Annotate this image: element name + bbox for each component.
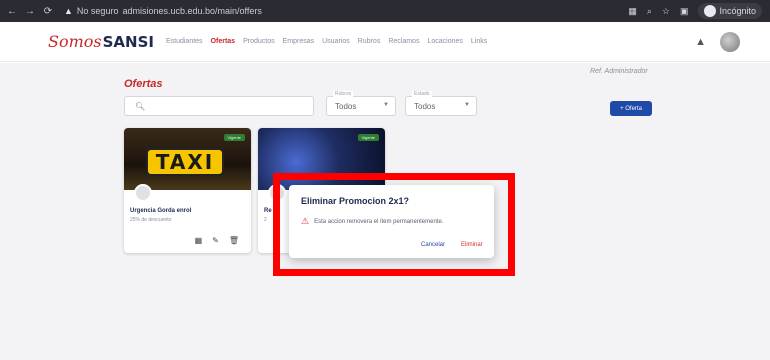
nav-productos[interactable]: Productos xyxy=(243,38,275,45)
forward-icon[interactable]: → xyxy=(24,6,36,17)
nav-ofertas[interactable]: Ofertas xyxy=(211,38,236,45)
rubros-label: Rubros xyxy=(333,91,354,97)
logo-bold: SANSI xyxy=(102,33,154,51)
dialog-title: Eliminar Promocion 2x1? xyxy=(301,196,410,206)
browser-toolbar: ← → ⟳ ▲ No seguro admisiones.ucb.edu.bo/… xyxy=(0,0,770,22)
nav-usuarios[interactable]: Usuarios xyxy=(322,38,350,45)
offer-name: Urgencia Gorda enrol xyxy=(130,208,192,214)
rubros-select[interactable]: Rubros Todos ▼ xyxy=(326,91,396,116)
nav-estudiantes[interactable]: Estudiantes xyxy=(166,38,203,45)
security-label: No seguro xyxy=(76,6,119,16)
estado-label: Estado xyxy=(412,91,432,97)
cancel-button[interactable]: Cancelar xyxy=(421,242,445,248)
browser-actions: ▦ ⌕ ☆ ▣ Incógnito xyxy=(628,3,762,19)
status-badge: Vigente xyxy=(357,134,379,141)
user-role-label: Ref. Administrador xyxy=(590,68,648,75)
zoom-icon[interactable]: ⌕ xyxy=(647,6,652,17)
incognito-badge[interactable]: Incógnito xyxy=(698,3,762,19)
nav-links[interactable]: Links xyxy=(471,38,487,45)
qr-icon[interactable]: ▦ xyxy=(195,236,203,245)
search-icon: 🔍︎ xyxy=(135,101,146,111)
bell-icon[interactable]: ▲ xyxy=(695,36,706,48)
app-header: Somos SANSI Estudiantes Ofertas Producto… xyxy=(0,22,770,62)
card-actions: ▦ ✎ 🗑︎ xyxy=(195,236,239,245)
logo-script: Somos xyxy=(48,32,102,51)
offer-card[interactable]: TAXI Vigente Urgencia Gorda enrol 25% de… xyxy=(124,128,251,253)
extensions-icon[interactable]: ▦ xyxy=(628,6,637,17)
nav-rubros[interactable]: Rubros xyxy=(358,38,381,45)
estado-value: Todos xyxy=(414,102,436,111)
warning-icon: ⚠ xyxy=(301,216,310,226)
url-text: admisiones.ucb.edu.bo/main/offers xyxy=(122,6,262,16)
add-offer-button[interactable]: + Oferta xyxy=(610,101,652,116)
reload-icon[interactable]: ⟳ xyxy=(42,6,54,17)
delete-confirm-dialog: Eliminar Promocion 2x1? ⚠ Esta accion re… xyxy=(289,185,494,258)
nav-empresas[interactable]: Empresas xyxy=(283,38,315,45)
search-input[interactable] xyxy=(151,102,312,110)
offer-description: 2 xyxy=(264,217,267,223)
delete-icon[interactable]: 🗑︎ xyxy=(229,236,239,245)
delete-button[interactable]: Eliminar xyxy=(461,242,483,248)
chevron-down-icon: ▼ xyxy=(383,102,389,108)
nav-reclamos[interactable]: Reclamos xyxy=(388,38,419,45)
company-avatar xyxy=(134,184,152,202)
estado-select[interactable]: Estado Todos ▼ xyxy=(405,91,477,116)
address-bar[interactable]: ▲ No seguro admisiones.ucb.edu.bo/main/o… xyxy=(64,6,262,16)
header-right: ▲ xyxy=(695,32,740,52)
page-title: Ofertas xyxy=(124,78,163,90)
status-badge: Vigente xyxy=(223,134,245,141)
offer-description: 25% de descuento xyxy=(130,217,172,223)
rubros-value: Todos xyxy=(335,102,357,111)
top-nav: Estudiantes Ofertas Productos Empresas U… xyxy=(166,38,487,45)
sidepanel-icon[interactable]: ▣ xyxy=(680,6,689,17)
chevron-down-icon: ▼ xyxy=(464,102,470,108)
edit-icon[interactable]: ✎ xyxy=(212,236,219,245)
dialog-message: ⚠ Esta accion removera el item permanent… xyxy=(301,216,443,227)
search-field[interactable]: 🔍︎ xyxy=(124,96,314,116)
incognito-label: Incógnito xyxy=(719,6,756,16)
logo[interactable]: Somos SANSI xyxy=(48,32,154,51)
avatar[interactable] xyxy=(720,32,740,52)
offer-image: TAXI Vigente xyxy=(124,128,251,190)
incognito-icon xyxy=(704,5,717,17)
offer-name: Re xyxy=(264,208,272,214)
nav-locaciones[interactable]: Locaciones xyxy=(427,38,462,45)
warning-icon: ▲ xyxy=(64,6,73,16)
back-icon[interactable]: ← xyxy=(6,6,18,17)
dialog-message-text: Esta accion removera el item permanentem… xyxy=(314,218,444,225)
star-icon[interactable]: ☆ xyxy=(662,6,670,17)
taxi-sign: TAXI xyxy=(146,148,224,176)
